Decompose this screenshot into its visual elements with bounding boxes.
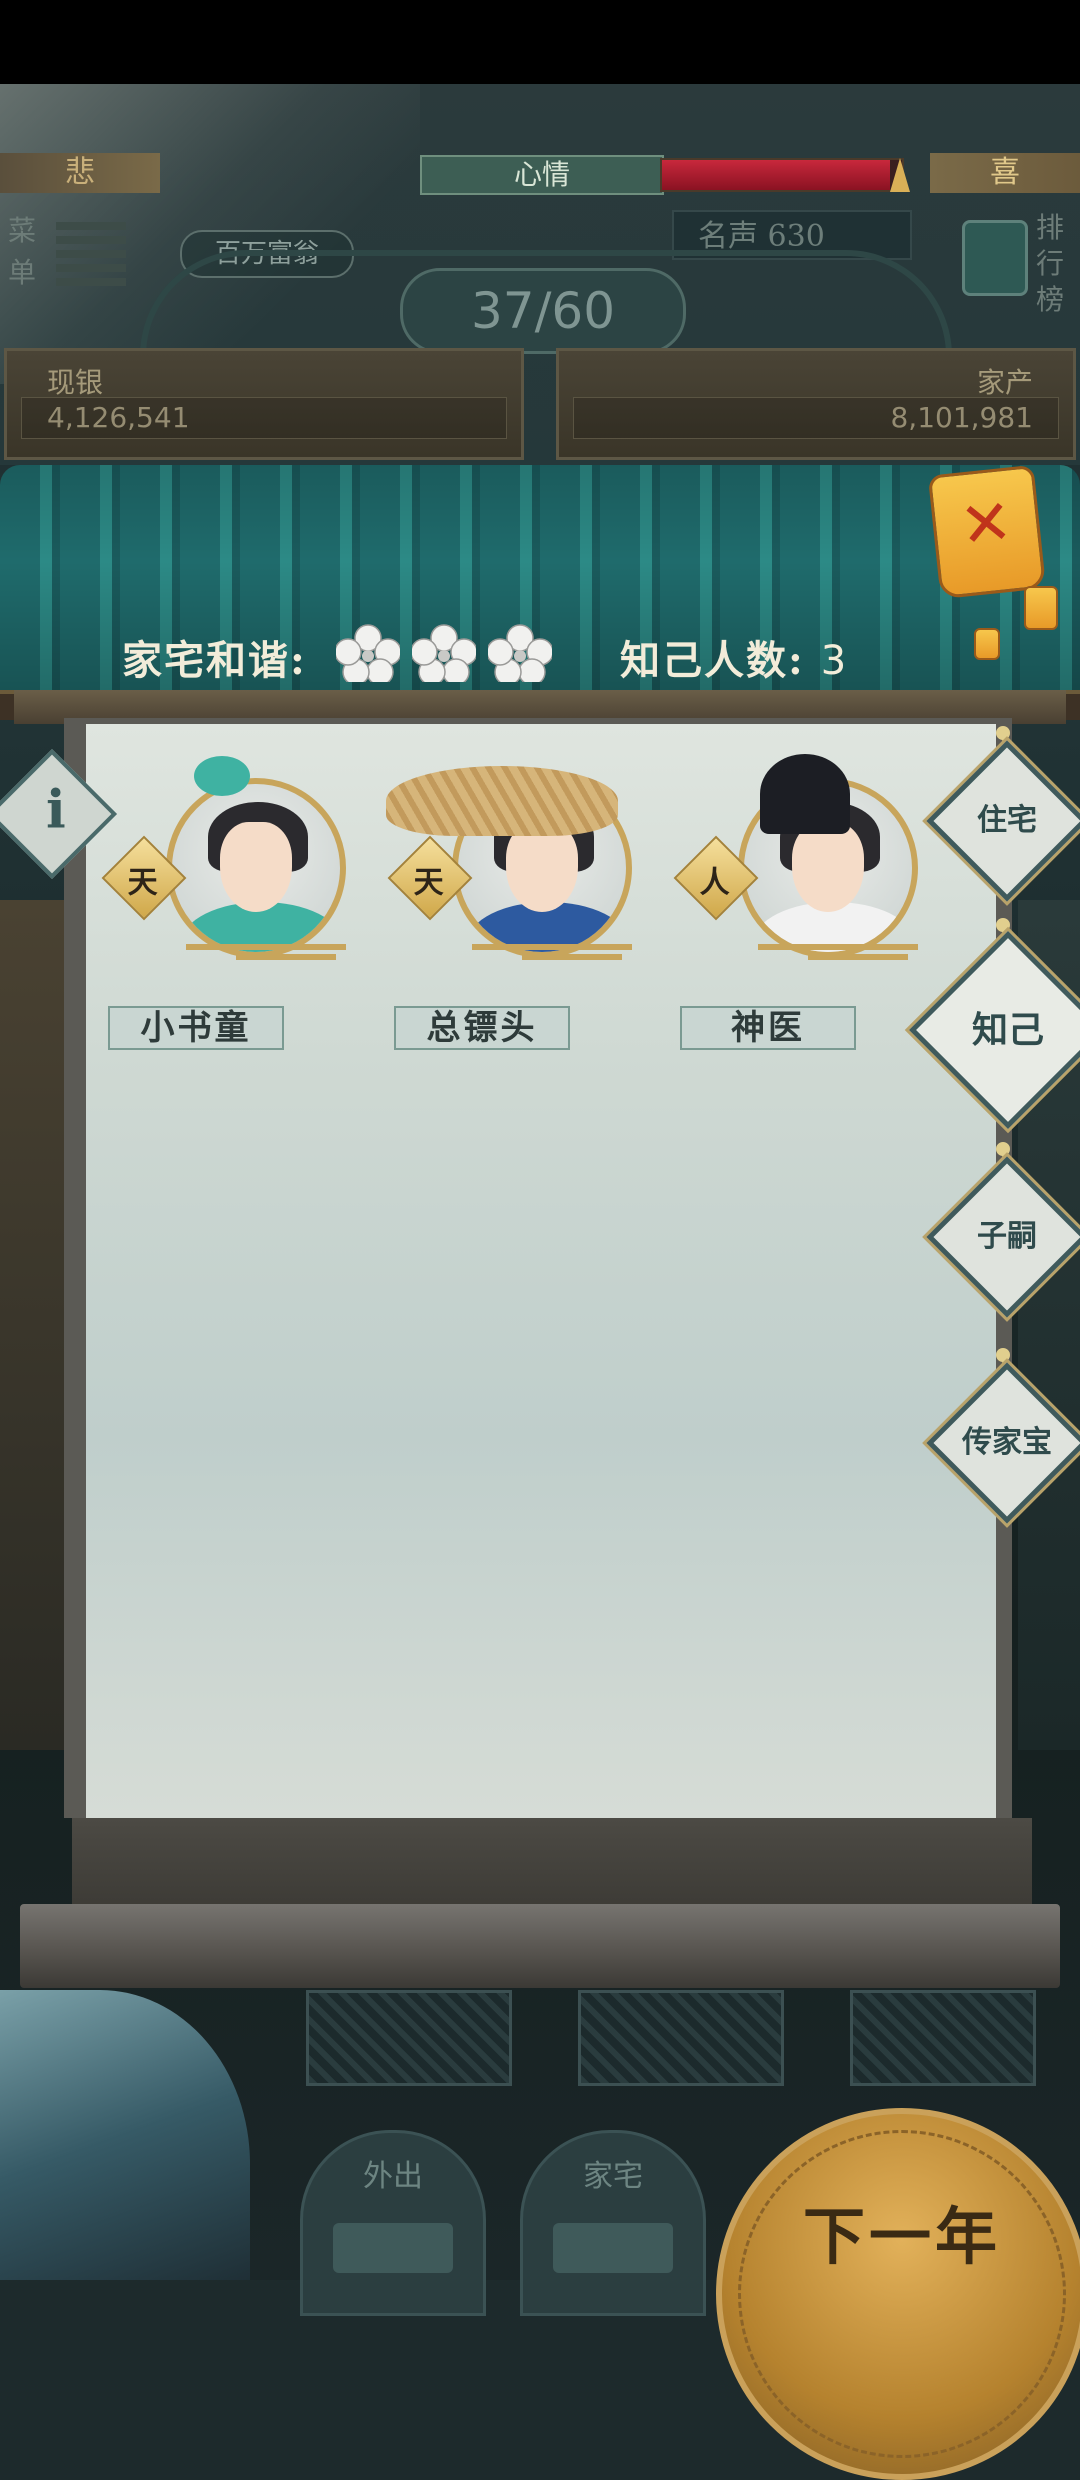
silver-panel: 现银 4,126,541: [4, 348, 524, 460]
portrait-ornament: [522, 954, 622, 960]
portrait-ornament: [236, 954, 336, 960]
portrait-ornament: [808, 954, 908, 960]
lattice-panel: [306, 1990, 512, 2086]
year-counter: 37/60: [400, 268, 686, 354]
tab-heirloom-label: 传家宝: [962, 1425, 1052, 1460]
known-label-text: 知己人数:: [620, 637, 805, 684]
assets-panel: 家产 8,101,981: [556, 348, 1076, 460]
leaderboard-label: 排行榜: [1036, 211, 1065, 316]
go-out-label: 外出: [363, 2159, 423, 2194]
portrait-ornament: [186, 944, 346, 950]
silver-label: 现银: [47, 366, 104, 399]
rank-text: 人: [699, 865, 730, 901]
tab-knot: [996, 1348, 1010, 1362]
lattice-panel: [850, 1990, 1036, 2086]
tab-heirs-label: 子嗣: [977, 1219, 1037, 1254]
assets-value: 8,101,981: [890, 401, 1033, 434]
silver-value: 4,126,541: [47, 401, 190, 434]
mood-bar-fill: [662, 160, 890, 190]
rank-text: 天: [127, 865, 158, 901]
menu-label: 菜单: [8, 214, 37, 289]
scroll-icon: [962, 220, 1028, 296]
status-bar: [0, 0, 1080, 84]
scroll-bottom-band: [72, 1818, 1032, 1908]
character-face: [792, 822, 864, 912]
house-icon: [553, 2223, 673, 2273]
mood-label: 心情: [420, 155, 664, 195]
character-name: 小书童: [108, 1006, 284, 1050]
rank-text: 天: [413, 865, 444, 901]
home-button[interactable]: 家宅: [520, 2130, 706, 2316]
tab-knot: [996, 918, 1010, 932]
character-card[interactable]: 天 小书童: [101, 748, 356, 1058]
close-lantern-button[interactable]: ✕: [927, 464, 1047, 600]
mood-happy-label: 喜: [930, 153, 1080, 193]
lantern-icon: [974, 628, 1000, 660]
carriage-icon: [333, 2223, 453, 2273]
tab-knot: [996, 1142, 1010, 1156]
flower-icon: [412, 624, 476, 682]
lattice-panel: [578, 1990, 784, 2086]
tab-confidants-label: 知己: [971, 1009, 1044, 1051]
straw-hat-icon: [386, 766, 618, 836]
lantern-icon: [1024, 586, 1058, 630]
character-card[interactable]: 天 总镖头: [386, 748, 642, 1058]
portrait-ornament: [758, 944, 918, 950]
scholar-cap-icon: [760, 754, 850, 834]
menu-button[interactable]: 菜单: [8, 210, 126, 300]
info-icon: i: [45, 779, 66, 841]
assets-label: 家产: [976, 366, 1033, 399]
menu-icon: [56, 222, 126, 286]
next-year-label: 下一年: [802, 2200, 1001, 2273]
go-out-button[interactable]: 外出: [300, 2130, 486, 2316]
character-name: 总镖头: [394, 1006, 570, 1050]
left-wall: [0, 900, 64, 1750]
next-year-button[interactable]: 下一年: [716, 2108, 1080, 2480]
known-count-value: 3: [820, 638, 849, 684]
tab-residence-label: 住宅: [977, 803, 1037, 838]
mood-sad-label: 悲: [0, 153, 160, 193]
leaderboard-button[interactable]: 排行榜: [940, 210, 1080, 316]
close-icon: ✕: [956, 484, 1016, 563]
character-card[interactable]: 人 神医: [673, 748, 928, 1058]
flower-icon: [488, 624, 552, 682]
home-label: 家宅: [583, 2159, 643, 2194]
harmony-label: 家宅和谐:: [122, 637, 307, 684]
mood-marker-icon: [890, 158, 910, 192]
tab-knot: [996, 726, 1010, 740]
next-year-ring: [738, 2130, 1066, 2458]
scroll-bottom-rod: [20, 1904, 1060, 1988]
hair-bun-icon: [194, 756, 250, 796]
character-name: 神医: [680, 1006, 856, 1050]
known-count-label: 知己人数: 3: [620, 628, 848, 686]
character-portrait: [166, 778, 346, 958]
flower-icon: [336, 624, 400, 682]
portrait-ornament: [472, 944, 632, 950]
character-face: [220, 822, 292, 912]
